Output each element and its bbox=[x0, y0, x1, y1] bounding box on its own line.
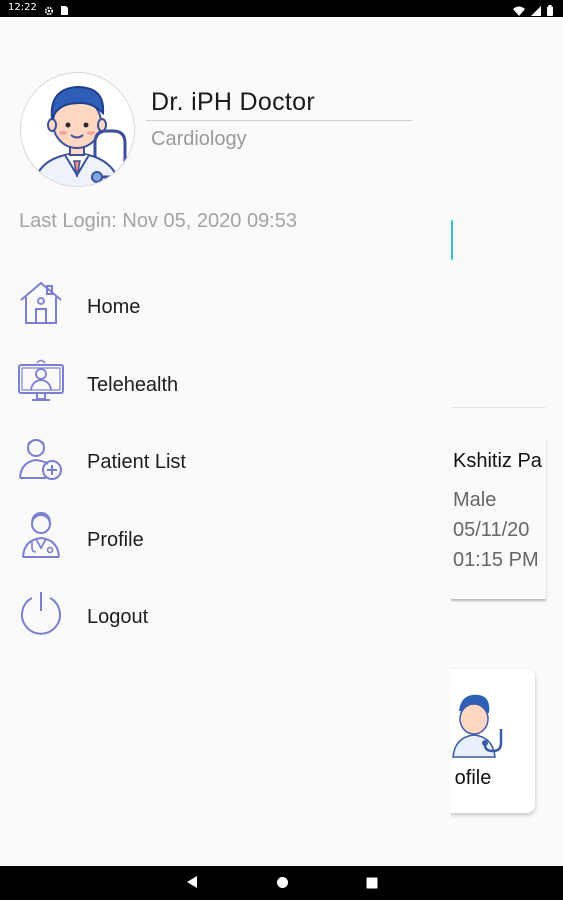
menu-item-profile[interactable]: Profile bbox=[0, 506, 451, 570]
divider bbox=[451, 407, 546, 408]
appointment-time: 01:15 PM bbox=[453, 549, 539, 571]
doctor-name: Dr. iPH Doctor bbox=[151, 88, 315, 116]
menu-item-label: Home bbox=[87, 296, 141, 318]
doctor-specialty: Cardiology bbox=[151, 128, 247, 150]
profile-tile[interactable] bbox=[451, 669, 535, 813]
home-icon bbox=[18, 279, 64, 325]
doctor-profile-icon bbox=[18, 510, 64, 558]
patient-list-icon bbox=[18, 434, 64, 480]
appointment-date: 05/11/20 bbox=[453, 519, 530, 541]
patient-gender: Male bbox=[453, 489, 497, 511]
doctor-avatar-icon bbox=[32, 85, 127, 186]
status-bar: 12:22 bbox=[0, 0, 563, 17]
menu-item-home[interactable]: Home bbox=[0, 273, 451, 337]
background-dashboard: Kshitiz Pa Male 05/11/20 01:15 PM ofile bbox=[451, 17, 563, 866]
home-circle-icon[interactable] bbox=[276, 876, 289, 894]
menu-item-patient-list[interactable]: Patient List bbox=[0, 428, 451, 492]
doctor-avatar-icon bbox=[452, 694, 503, 758]
menu-item-telehealth[interactable]: Telehealth bbox=[0, 351, 451, 415]
last-login: Last Login: Nov 05, 2020 09:53 bbox=[19, 210, 297, 232]
menu-item-logout[interactable]: Logout bbox=[0, 583, 451, 647]
doctor-avatar[interactable] bbox=[20, 72, 135, 187]
divider bbox=[146, 120, 412, 121]
accent-mark bbox=[451, 220, 453, 260]
status-time: 12:22 bbox=[8, 2, 37, 13]
power-icon bbox=[18, 589, 64, 635]
back-icon[interactable] bbox=[186, 875, 198, 894]
recents-icon[interactable] bbox=[366, 876, 378, 894]
telehealth-icon bbox=[18, 357, 64, 403]
profile-tile-label: ofile bbox=[454, 767, 492, 789]
navigation-drawer: Dr. iPH Doctor Cardiology Last Login: No… bbox=[0, 17, 451, 866]
patient-name: Kshitiz Pa bbox=[453, 450, 542, 472]
system-nav-bar bbox=[0, 866, 563, 900]
menu-item-label: Logout bbox=[87, 606, 149, 628]
menu-item-label: Patient List bbox=[87, 451, 186, 473]
menu-item-label: Profile bbox=[87, 529, 144, 551]
menu-item-label: Telehealth bbox=[87, 374, 179, 396]
